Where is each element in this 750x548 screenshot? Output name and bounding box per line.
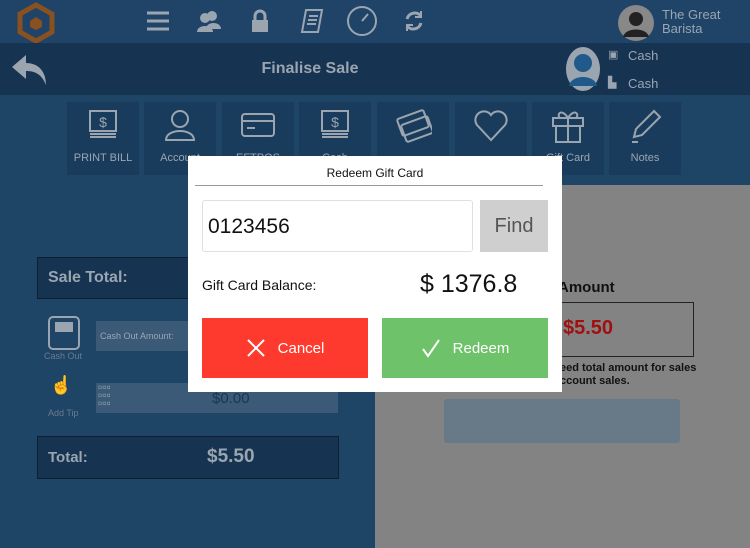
balance-label: Gift Card Balance:	[202, 277, 317, 293]
svg-text:$: $	[99, 114, 107, 130]
pay-button[interactable]	[444, 399, 680, 443]
lock-icon[interactable]	[250, 9, 270, 33]
users-icon[interactable]	[196, 9, 222, 33]
tool-label: PRINT BILL	[73, 152, 133, 164]
money-icon: $	[321, 110, 349, 138]
amount-label: Amount	[558, 279, 615, 296]
customer-line1: Cash	[628, 48, 659, 63]
dialog-title: Redeem Gift Card	[326, 166, 424, 180]
user-name: The Great Barista	[662, 7, 721, 36]
redeem-label: Redeem	[452, 339, 510, 357]
money-icon: $	[89, 110, 117, 138]
cash-out-icon[interactable]	[47, 315, 81, 351]
customer-avatar-icon[interactable]	[565, 46, 601, 92]
dashboard-icon[interactable]	[346, 5, 378, 37]
menu-icon[interactable]	[146, 10, 170, 32]
close-icon	[246, 339, 265, 357]
tool-notes[interactable]: Notes	[609, 102, 681, 175]
card-number-input[interactable]: 0123456	[202, 200, 473, 252]
redeem-gift-card-dialog: Redeem Gift Card 0123456 Find Gift Card …	[188, 156, 562, 392]
note-line1: eed total amount for sales	[560, 362, 697, 374]
keypad-icon[interactable]: ▫▫▫ ▫▫▫ ▫▫▫	[98, 381, 120, 409]
tool-print-bill[interactable]: $ PRINT BILL	[67, 102, 139, 175]
cancel-button[interactable]: Cancel	[202, 318, 368, 378]
svg-text:$: $	[331, 114, 339, 130]
heart-icon	[474, 110, 508, 142]
id-icon: ▣	[608, 49, 619, 61]
tool-label: Notes	[630, 152, 660, 164]
gift-icon	[552, 111, 584, 143]
redeem-button[interactable]: Redeem	[382, 318, 548, 378]
cards-icon	[396, 109, 434, 143]
building-icon: ▙	[608, 77, 617, 89]
page-title: Finalise Sale	[261, 60, 359, 77]
cancel-label: Cancel	[277, 339, 325, 357]
cash-out-input[interactable]: Cash Out Amount:	[96, 321, 196, 351]
check-icon	[421, 339, 440, 358]
pen-icon	[632, 109, 662, 143]
tip-value: $0.00	[212, 390, 250, 407]
total-value: $5.50	[207, 446, 255, 467]
total-label: Total:	[48, 449, 88, 466]
receipt-icon[interactable]	[300, 8, 324, 34]
tip-hand-icon: ☝	[50, 375, 73, 395]
avatar[interactable]	[617, 4, 655, 42]
find-button[interactable]: Find	[480, 200, 548, 252]
person-icon	[164, 110, 196, 141]
add-tip-label: Add Tip	[48, 408, 79, 418]
balance-value: $ 1376.8	[420, 270, 518, 298]
cash-out-label: Cash Out	[44, 351, 83, 361]
card-icon	[241, 113, 275, 137]
sale-total-label: Sale Total:	[48, 269, 128, 286]
title-bar: Finalise Sale ▣ Cash ▙ Cash	[0, 43, 750, 95]
note-line2: ccount sales.	[560, 375, 630, 387]
customer-line2: Cash	[628, 76, 659, 91]
sync-icon[interactable]	[403, 10, 425, 32]
top-bar: The Great Barista	[0, 0, 750, 44]
amount-value[interactable]: $5.50	[563, 317, 613, 340]
logo-icon	[17, 2, 55, 44]
